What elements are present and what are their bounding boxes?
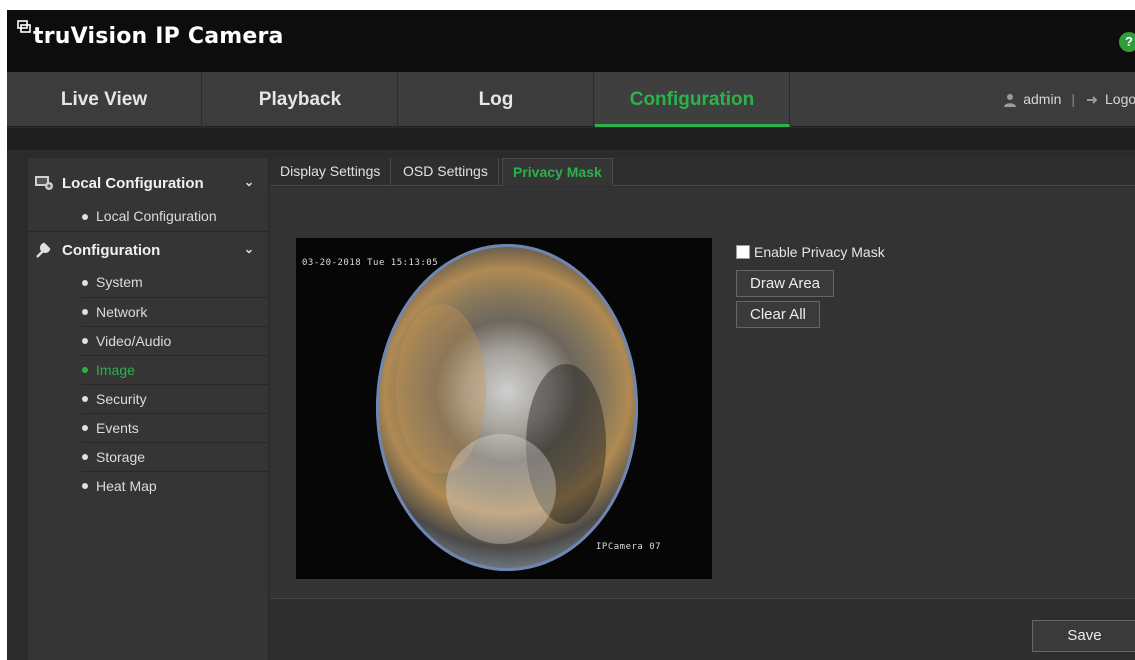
sidebar-item-label: System [96,274,143,290]
sidebar-item-network[interactable]: Network [82,297,268,326]
local-config-icon [35,176,53,190]
logout-link[interactable]: Logout [1105,72,1135,127]
sidebar-item-video-audio[interactable]: Video/Audio [82,326,268,355]
fisheye-image [376,244,638,571]
sidebar-group-configuration[interactable]: Configuration ⌄ [28,235,268,265]
clear-all-button[interactable]: Clear All [736,301,820,328]
save-button[interactable]: Save [1032,620,1135,652]
enable-privacy-mask-checkbox[interactable] [736,245,750,259]
enable-privacy-mask-label: Enable Privacy Mask [754,244,885,260]
divider [28,231,268,232]
main-nav: Live View Playback Log Configuration adm… [7,72,1135,127]
sidebar-group-local[interactable]: Local Configuration ⌄ [28,168,268,198]
bullet-icon [82,338,88,344]
bullet-icon [82,396,88,402]
osd-camera-name: IPCamera 07 [596,542,662,552]
sidebar-item-events[interactable]: Events [82,413,268,442]
sidebar-item-image[interactable]: Image [82,355,268,384]
help-icon[interactable]: ? [1119,32,1135,52]
tab-osd-settings[interactable]: OSD Settings [393,158,499,186]
bullet-icon [82,309,88,315]
draw-area-button[interactable]: Draw Area [736,270,835,297]
logout-icon [1087,95,1098,104]
sidebar-item-system[interactable]: System [82,268,268,297]
username-label[interactable]: admin [1023,72,1061,127]
sidebar-group-local-label: Local Configuration [62,174,204,192]
sidebar-item-label: Events [96,419,139,436]
user-icon [1004,93,1017,107]
chevron-down-icon: ⌄ [243,175,254,189]
privacy-controls: Enable Privacy Mask Draw Area Clear All [736,242,885,328]
bullet-icon [82,279,88,286]
osd-timestamp: 03-20-2018 Tue 15:13:05 [302,258,439,268]
sidebar-item-label: Storage [96,448,146,465]
nav-strip [7,128,1135,150]
sidebar-item-label: Security [96,390,147,407]
bullet-icon [82,483,88,489]
user-area: admin | Logout [1003,72,1135,127]
header-bar: truVision IP Camera ? [7,10,1135,72]
tab-display-settings[interactable]: Display Settings [270,158,392,186]
sidebar-item-security[interactable]: Security [82,384,268,413]
sidebar-item-label: Heat Map [96,477,157,494]
app-title: truVision IP Camera [33,24,284,49]
app-window: truVision IP Camera ? Live View Playback… [7,10,1135,660]
bullet-icon [82,454,88,460]
tab-playback[interactable]: Playback [203,72,398,127]
sidebar-item-storage[interactable]: Storage [82,442,268,471]
sidebar-item-label: Image [96,361,135,378]
sidebar-item-local-configuration[interactable]: Local Configuration [82,202,268,231]
bullet-icon [82,213,88,220]
sidebar-item-label: Network [96,303,148,320]
privacy-mask-panel: 03-20-2018 Tue 15:13:05 IPCamera 07 Enab… [270,187,1135,599]
sidebar: Local Configuration ⌄ Local Configuratio… [28,158,268,660]
user-separator: | [1071,91,1075,107]
tab-live-view[interactable]: Live View [7,72,202,127]
enable-privacy-mask-row: Enable Privacy Mask [736,242,885,262]
tab-privacy-mask[interactable]: Privacy Mask [502,158,613,186]
tab-configuration[interactable]: Configuration [595,72,790,127]
sidebar-item-heat-map[interactable]: Heat Map [82,471,268,500]
sub-tab-bar: Display Settings OSD Settings Privacy Ma… [270,158,1135,186]
chevron-down-icon: ⌄ [243,242,254,256]
app-logo: truVision IP Camera [17,20,284,49]
network-camera-icon [17,20,31,33]
bullet-icon [82,425,88,431]
sidebar-group-configuration-label: Configuration [62,241,161,259]
wrench-icon [36,242,51,258]
video-preview[interactable]: 03-20-2018 Tue 15:13:05 IPCamera 07 [296,238,712,579]
main-content: Display Settings OSD Settings Privacy Ma… [270,158,1135,660]
bullet-icon [82,367,88,373]
sidebar-item-label: Local Configuration [96,208,217,224]
tab-log[interactable]: Log [399,72,594,127]
sidebar-item-label: Video/Audio [96,332,172,349]
